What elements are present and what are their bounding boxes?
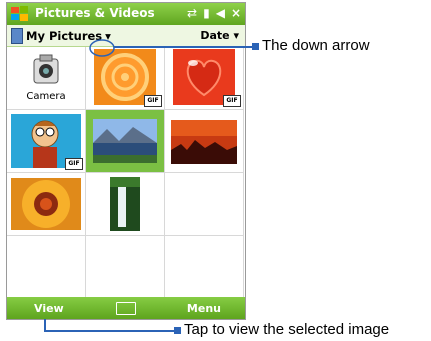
- signal-icon[interactable]: ▮: [203, 6, 210, 20]
- title-bar: Pictures & Videos ⇄ ▮ ◀ ×: [7, 3, 245, 25]
- thumbnail[interactable]: GIF: [165, 47, 244, 110]
- thumbnail[interactable]: [86, 173, 165, 236]
- callout-line: [114, 46, 252, 48]
- camera-icon: [33, 54, 59, 84]
- empty-cell: [86, 236, 165, 299]
- sunflower-thumbnail: [11, 178, 81, 230]
- connectivity-icon[interactable]: ⇄: [187, 6, 197, 20]
- gif-badge: GIF: [144, 95, 162, 107]
- app-title: Pictures & Videos: [35, 6, 155, 20]
- empty-cell: [165, 173, 244, 236]
- sunset-rocks-thumbnail: [171, 120, 237, 164]
- keyboard-icon[interactable]: [116, 302, 136, 315]
- thumbnail-selected[interactable]: [86, 110, 165, 173]
- softkey-bar: View Menu: [7, 297, 245, 319]
- callout-marker: [252, 43, 259, 50]
- empty-cell: [7, 236, 86, 299]
- folder-icon: [11, 28, 23, 44]
- gif-badge: GIF: [223, 95, 241, 107]
- pictures-videos-window: Pictures & Videos ⇄ ▮ ◀ × My Pictures ▾ …: [6, 2, 246, 320]
- camera-cell[interactable]: Camera: [7, 47, 86, 110]
- view-softkey[interactable]: View: [34, 302, 64, 315]
- tap-to-view-callout: Tap to view the selected image: [184, 321, 390, 338]
- sort-label: Date: [200, 29, 230, 42]
- thumbnail[interactable]: [7, 173, 86, 236]
- empty-cell: [165, 236, 244, 299]
- camera-label: Camera: [26, 91, 66, 102]
- thumbnail[interactable]: GIF: [7, 110, 86, 173]
- waterfall-thumbnail: [110, 177, 140, 231]
- mountain-lake-thumbnail: [93, 119, 157, 163]
- folder-toolbar: My Pictures ▾ Date ▾: [7, 25, 245, 47]
- close-icon[interactable]: ×: [231, 6, 241, 20]
- callout-line: [44, 330, 174, 332]
- thumbnail-grid: Camera GIF GIF GIF: [7, 47, 245, 299]
- volume-icon[interactable]: ◀: [216, 6, 225, 20]
- thumbnail[interactable]: [165, 110, 244, 173]
- callout-marker: [174, 327, 181, 334]
- menu-softkey[interactable]: Menu: [187, 302, 221, 315]
- down-arrow-highlight-circle: [89, 39, 115, 57]
- chevron-down-icon[interactable]: ▾: [233, 29, 239, 42]
- windows-start-icon[interactable]: [10, 5, 30, 23]
- sort-dropdown[interactable]: Date ▾: [200, 29, 239, 42]
- down-arrow-callout: The down arrow: [262, 37, 370, 54]
- gif-badge: GIF: [65, 158, 83, 170]
